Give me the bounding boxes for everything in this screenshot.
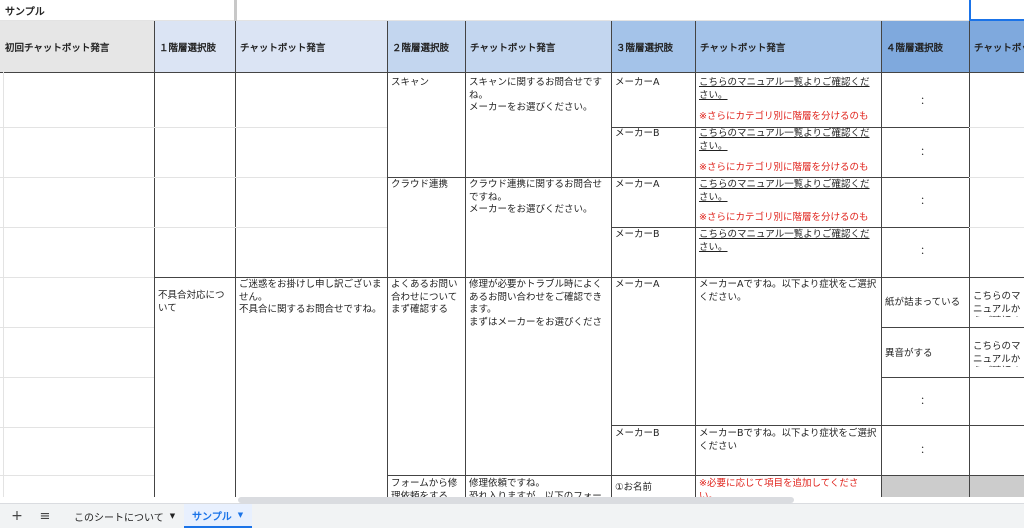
cell-ellipsis[interactable]: ： xyxy=(882,94,968,111)
row-gridline xyxy=(0,427,154,428)
row-border xyxy=(881,377,1024,378)
header-bot-2: チャットボット発言 xyxy=(235,21,387,72)
cell-scan-choice[interactable]: スキャン xyxy=(388,75,464,175)
row-border xyxy=(881,327,1024,328)
freeze-divider[interactable] xyxy=(234,0,237,21)
cell-add-note[interactable]: ※必要に応じて項目を追加してください。 xyxy=(696,476,880,497)
row-gridline xyxy=(0,277,154,278)
tab-sheet-about[interactable]: このシートについて ▼ xyxy=(66,504,180,528)
header-bot-5: チャットボット xyxy=(969,21,1024,72)
row-gridline xyxy=(0,377,154,378)
cell-trouble-choice[interactable]: 不具合対応について xyxy=(155,288,233,328)
cell-maker-a[interactable]: メーカーA xyxy=(612,75,694,92)
col-border xyxy=(235,21,236,497)
cell-manual-link[interactable]: こちらのマニュアル一覧よりご確認ください。 xyxy=(696,227,880,255)
cell-cloud-message[interactable]: クラウド連携に関するお問合せですね。 メーカーをお選びください。 xyxy=(466,177,610,275)
row-gridline xyxy=(969,127,1024,128)
cell-paper-jam-message[interactable]: こちらのマニュアルからご確認ください xyxy=(970,289,1024,317)
tab-label: サンプル xyxy=(192,511,232,523)
cell-scan-message[interactable]: スキャンに関するお問合せですね。 メーカーをお選びください。 xyxy=(466,75,610,175)
header-level4-choice: ４階層選択肢 xyxy=(881,21,969,72)
cell-manual-link[interactable]: こちらのマニュアル一覧よりご確認ください。 xyxy=(696,177,880,205)
row-gridline xyxy=(0,475,154,476)
cell-manual-link[interactable]: こちらのマニュアル一覧よりご確認ください。 xyxy=(696,75,880,103)
cell-maker-a-message[interactable]: メーカーAですね。以下より症状をご選択ください。 xyxy=(696,277,880,305)
cell-cloud-choice[interactable]: クラウド連携 xyxy=(388,177,464,194)
cell-form-choice[interactable]: フォームから修理依頼をする xyxy=(388,476,464,497)
header-initial-bot: 初回チャットボット発言 xyxy=(0,21,154,72)
cell-faq-message[interactable]: 修理が必要かトラブル時によくあるお問い合わせをご確認できます。 まずはメーカーを… xyxy=(466,277,610,337)
header-level1-choice: １階層選択肢 xyxy=(154,21,235,72)
header-bot-4: チャットボット発言 xyxy=(695,21,881,72)
col-border xyxy=(3,72,4,497)
tab-label: このシートについて xyxy=(74,512,164,524)
sheet-title-cell[interactable]: サンプル xyxy=(5,3,45,18)
gray-cell[interactable] xyxy=(882,476,969,497)
cell-ellipsis[interactable]: ： xyxy=(882,443,968,460)
row-gridline xyxy=(969,177,1024,178)
cell-ellipsis[interactable]: ： xyxy=(882,244,968,261)
header-level3-choice: ３階層選択肢 xyxy=(611,21,695,72)
cell-category-note[interactable]: ※さらにカテゴリ別に階層を分けるのも xyxy=(696,210,880,226)
selected-cell-outline[interactable] xyxy=(969,0,1024,21)
cell-ellipsis[interactable]: ： xyxy=(882,145,968,162)
row-gridline xyxy=(0,227,387,228)
header-bot-3: チャットボット発言 xyxy=(465,21,611,72)
cell-ellipsis[interactable]: ： xyxy=(882,394,968,411)
sheet-tab-bar: + ≡ このシートについて ▼ サンプル ▼ xyxy=(0,503,1024,528)
header-level2-choice: ２階層選択肢 xyxy=(387,21,465,72)
cell-manual-link[interactable]: こちらのマニュアル一覧よりご確認ください。 xyxy=(696,126,880,154)
col-border xyxy=(154,21,155,497)
cell-maker-b-message[interactable]: メーカーBですね。以下より症状をご選択ください xyxy=(696,426,880,454)
cell-category-note[interactable]: ※さらにカテゴリ別に階層を分けるのも xyxy=(696,160,880,176)
cell-form-message[interactable]: 修理依頼ですね。 恐れ入りますが、以下のフォー xyxy=(466,476,610,497)
cell-noise[interactable]: 異音がする xyxy=(882,346,968,363)
cell-maker-b[interactable]: メーカーB xyxy=(612,227,694,244)
cell-paper-jam[interactable]: 紙が詰まっている xyxy=(882,295,968,312)
cell-noise-message[interactable]: こちらのマニュアルからご確認ください xyxy=(970,339,1024,367)
menu-icon: ≡ xyxy=(39,508,51,524)
cell-trouble-message[interactable]: ご迷惑をお掛けし申し訳ございません。 不具合に関するお問合せですね。 xyxy=(236,277,386,337)
row-gridline xyxy=(0,177,387,178)
cell-maker-b[interactable]: メーカーB xyxy=(612,426,694,443)
row-gridline xyxy=(0,127,387,128)
tab-sheet-sample[interactable]: サンプル ▼ xyxy=(184,504,252,528)
row-gridline xyxy=(0,327,154,328)
cell-name-item[interactable]: ①お名前 xyxy=(612,480,694,497)
all-sheets-button[interactable]: ≡ xyxy=(36,504,54,528)
title-row xyxy=(0,0,1024,21)
cell-faq-choice[interactable]: よくあるお問い合わせについてまず確認する xyxy=(388,277,464,327)
plus-icon: + xyxy=(11,508,23,524)
cell-category-note[interactable]: ※さらにカテゴリ別に階層を分けるのも xyxy=(696,109,880,125)
row-gridline xyxy=(969,227,1024,228)
chevron-down-icon: ▼ xyxy=(237,511,244,519)
cell-maker-b[interactable]: メーカーB xyxy=(612,126,694,143)
gray-cell[interactable] xyxy=(970,476,1024,497)
cell-ellipsis[interactable]: ： xyxy=(882,194,968,211)
cell-maker-a[interactable]: メーカーA xyxy=(612,177,694,194)
add-sheet-button[interactable]: + xyxy=(8,504,26,528)
cell-maker-a[interactable]: メーカーA xyxy=(612,277,694,294)
chevron-down-icon: ▼ xyxy=(169,512,176,520)
